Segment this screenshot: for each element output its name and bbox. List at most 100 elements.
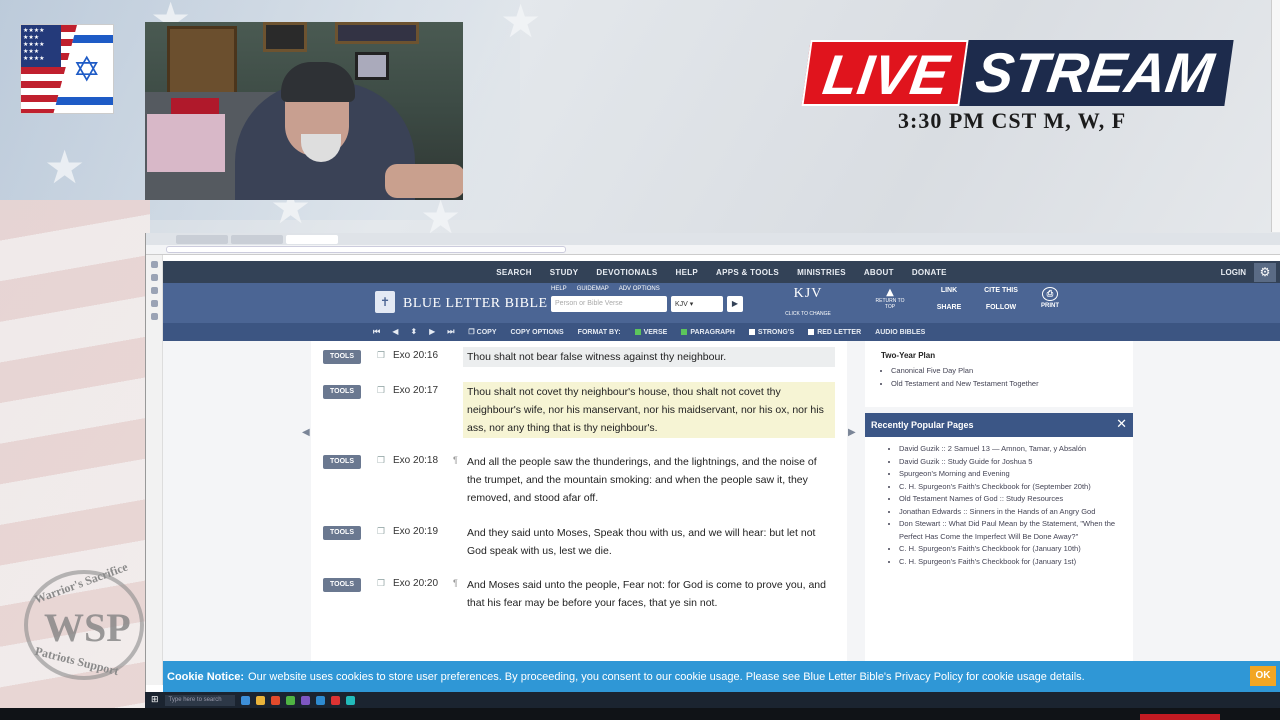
sidebar-icon[interactable] [150, 313, 158, 320]
adv-options-link[interactable]: ADV OPTIONS [619, 286, 660, 292]
nav-devotionals[interactable]: DEVOTIONALS [596, 268, 657, 277]
popular-link[interactable]: C. H. Spurgeon's Faith's Checkbook for (… [899, 481, 1121, 494]
audio-bibles-button[interactable]: AUDIO BIBLES [875, 329, 925, 336]
taskbar-app-icon[interactable] [255, 695, 265, 705]
copy-icon[interactable]: ❐ [377, 579, 385, 589]
sidebar-icon[interactable] [150, 300, 158, 307]
follow-button[interactable]: FOLLOW [975, 304, 1027, 311]
nav-apps-tools[interactable]: APPS & TOOLS [716, 268, 779, 277]
sidebar-icon[interactable] [150, 274, 158, 281]
nav-donate[interactable]: DONATE [912, 268, 947, 277]
search-options: HELP GUIDEMAP ADV OPTIONS [551, 286, 660, 292]
stream-bottom-accent [1140, 714, 1220, 720]
login-link[interactable]: LOGIN [1221, 268, 1246, 277]
address-bar [146, 245, 1280, 255]
search-go-button[interactable]: ▶ [727, 296, 743, 312]
bible-logo-icon[interactable]: ✝ [375, 291, 395, 313]
search-input[interactable]: Person or Bible Verse [551, 296, 667, 312]
blue-letter-bible-page: SEARCH STUDY DEVOTIONALS HELP APPS & TOO… [163, 261, 1280, 691]
version-select[interactable]: KJV ▾ [671, 296, 723, 312]
url-field[interactable] [166, 246, 566, 253]
search-help-link[interactable]: HELP [551, 286, 567, 292]
browser-tab[interactable] [231, 234, 283, 244]
popular-link[interactable]: Don Stewart :: What Did Paul Mean by the… [899, 518, 1121, 543]
copy-icon[interactable]: ❐ [377, 456, 385, 466]
copy-options-button[interactable]: COPY OPTIONS [511, 329, 564, 336]
copy-icon: ❐ [468, 329, 477, 336]
verse-ref[interactable]: Exo 20:18 [393, 455, 438, 466]
verse-text: And all the people saw the thunderings, … [467, 456, 817, 504]
version-switcher[interactable]: KJV CLICK TO CHANGE [775, 286, 841, 320]
popular-link[interactable]: David Guzik :: 2 Samuel 13 — Amnon, Tama… [899, 443, 1121, 456]
version-title: KJV [793, 286, 823, 301]
print-button[interactable]: ⎙ PRINT [1035, 287, 1065, 309]
taskbar-app-icon[interactable] [240, 695, 250, 705]
verse-ref[interactable]: Exo 20:17 [393, 385, 438, 396]
nav-ministries[interactable]: MINISTRIES [797, 268, 846, 277]
tools-button[interactable]: TOOLS [323, 526, 361, 540]
copy-icon[interactable]: ❐ [377, 351, 385, 361]
format-verse-checkbox[interactable]: VERSE [634, 328, 667, 336]
prev-arrow-icon[interactable]: ◀ [302, 427, 310, 438]
tools-button[interactable]: TOOLS [323, 385, 361, 399]
verse-list: TOOLS ❐ Exo 20:16 Thou shalt not bear fa… [311, 341, 847, 691]
taskbar-app-icon[interactable] [285, 695, 295, 705]
link-button[interactable]: LINK [923, 287, 975, 294]
taskbar-app-icon[interactable] [330, 695, 340, 705]
plan-link[interactable]: Canonical Five Day Plan [891, 364, 1117, 377]
windows-start-icon[interactable]: ⊞ [151, 695, 159, 705]
taskbar-app-icon[interactable] [315, 695, 325, 705]
taskbar-app-icon[interactable] [345, 695, 355, 705]
chapter-index-icon[interactable]: ⬍ [410, 327, 417, 337]
close-icon[interactable]: ✕ [1116, 417, 1127, 432]
first-chapter-icon[interactable]: ⏮ [373, 327, 380, 337]
last-chapter-icon[interactable]: ⏭ [447, 327, 454, 337]
scrollbar[interactable] [1271, 0, 1280, 232]
tools-button[interactable]: TOOLS [323, 455, 361, 469]
nav-about[interactable]: ABOUT [864, 268, 894, 277]
cite-this-button[interactable]: CITE THIS [975, 287, 1027, 294]
copy-icon[interactable]: ❐ [377, 527, 385, 537]
next-chapter-icon[interactable]: ▶ [429, 327, 435, 337]
taskbar-app-icon[interactable] [270, 695, 280, 705]
two-year-plan-box: Two-Year Plan Canonical Five Day Plan Ol… [865, 341, 1133, 407]
prev-chapter-icon[interactable]: ◀ [392, 327, 398, 337]
next-arrow-icon[interactable]: ▶ [848, 427, 856, 438]
popular-link[interactable]: C. H. Spurgeon's Faith's Checkbook for (… [899, 556, 1121, 569]
tools-button[interactable]: TOOLS [323, 578, 361, 592]
copy-button[interactable]: ❐ COPY [468, 328, 496, 336]
site-brand[interactable]: BLUE LETTER BIBLE [403, 296, 548, 312]
nav-search[interactable]: SEARCH [496, 268, 532, 277]
return-to-top-button[interactable]: ▲ RETURN TO TOP [875, 287, 905, 310]
sidebar-icon[interactable] [150, 287, 158, 294]
popular-link[interactable]: Old Testament Names of God :: Study Reso… [899, 493, 1121, 506]
nav-help[interactable]: HELP [676, 268, 699, 277]
site-top-nav: SEARCH STUDY DEVOTIONALS HELP APPS & TOO… [163, 261, 1280, 283]
plan-link[interactable]: Old Testament and New Testament Together [891, 377, 1117, 390]
verse-ref[interactable]: Exo 20:19 [393, 526, 438, 537]
browser-sidebar [146, 255, 163, 685]
verse-text: Thou shalt not bear false witness agains… [463, 347, 835, 367]
browser-tab[interactable] [286, 234, 338, 244]
popular-link[interactable]: C. H. Spurgeon's Faith's Checkbook for (… [899, 543, 1121, 556]
red-letter-checkbox[interactable]: RED LETTER [808, 328, 861, 336]
strongs-checkbox[interactable]: STRONG'S [748, 328, 794, 336]
popular-link[interactable]: Jonathan Edwards :: Sinners in the Hands… [899, 506, 1121, 519]
verse-ref[interactable]: Exo 20:20 [393, 578, 438, 589]
taskbar-app-icon[interactable] [300, 695, 310, 705]
verse-ref[interactable]: Exo 20:16 [393, 350, 438, 361]
share-button[interactable]: SHARE [923, 304, 975, 311]
sidebar-icon[interactable] [150, 261, 158, 268]
cookie-ok-button[interactable]: OK [1250, 666, 1276, 686]
guidemap-link[interactable]: GUIDEMAP [577, 286, 609, 292]
tools-button[interactable]: TOOLS [323, 350, 361, 364]
taskbar-search-input[interactable]: Type here to search [164, 694, 235, 706]
popular-link[interactable]: Spurgeon's Morning and Evening [899, 468, 1121, 481]
copy-icon[interactable]: ❐ [377, 386, 385, 396]
nav-study[interactable]: STUDY [550, 268, 579, 277]
format-paragraph-checkbox[interactable]: PARAGRAPH [681, 328, 735, 336]
popular-link[interactable]: David Guzik :: Study Guide for Joshua 5 [899, 456, 1121, 469]
version-sub: CLICK TO CHANGE [785, 311, 831, 317]
gear-icon[interactable]: ⚙ [1254, 263, 1276, 282]
browser-tab[interactable] [176, 234, 228, 244]
